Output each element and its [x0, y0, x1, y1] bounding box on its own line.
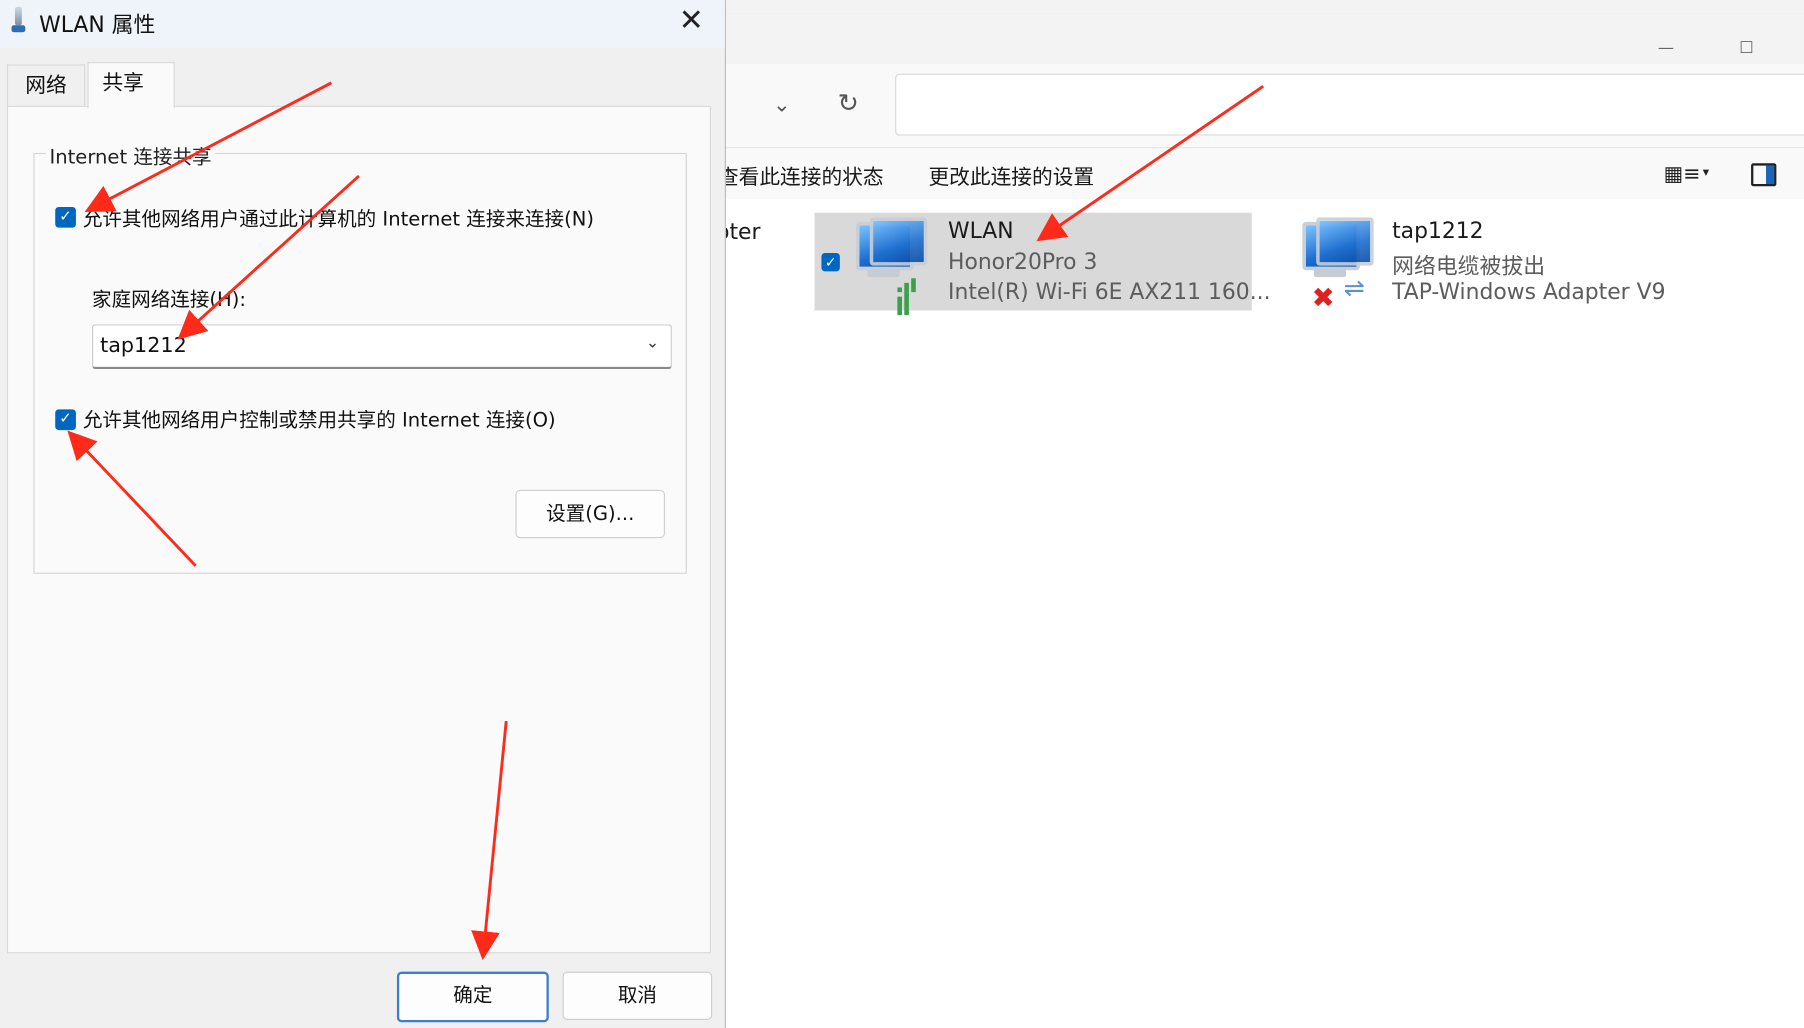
dialog-title: WLAN 属性	[39, 12, 156, 38]
caret-down-icon[interactable]: ▾	[1703, 164, 1709, 179]
network-cable-icon: ⇌	[1343, 274, 1365, 304]
chevron-down-icon[interactable]: ⌄	[773, 93, 790, 117]
network-adapter-icon	[11, 6, 26, 35]
refresh-icon[interactable]: ↻	[838, 90, 859, 119]
sharing-tab-panel: Internet 连接共享 ✓ 允许其他网络用户通过此计算机的 Internet…	[6, 105, 712, 954]
allow-sharing-checkbox[interactable]: ✓	[55, 206, 76, 228]
close-icon[interactable]: ✕	[679, 3, 704, 37]
adapter-item-tap1212[interactable]: ✖ ⇌ tap1212 网络电缆被拔出 TAP-Windows Adapter …	[1277, 213, 1714, 314]
view-options-icon[interactable]: ▦≡	[1664, 162, 1701, 186]
adapter-device: Intel(R) Wi-Fi 6E AX211 160...	[948, 279, 1271, 305]
adapter-status: 网络电缆被拔出	[1392, 254, 1546, 280]
screenshot-stage: — ☐ ⌄ ↻ 查看此连接的状态 更改此连接的设置 ▦≡ ▾ pter ✓ WL…	[0, 0, 1804, 1028]
disconnected-x-icon: ✖	[1311, 281, 1335, 314]
adapter-network: Honor20Pro 3	[948, 249, 1098, 275]
window-top-strip	[713, 0, 1804, 15]
maximize-button[interactable]: ☐	[1723, 39, 1769, 57]
change-settings-command[interactable]: 更改此连接的设置	[928, 161, 1094, 191]
wifi-signal-icon	[897, 270, 920, 316]
address-bar-area: ⌄ ↻	[713, 64, 1804, 149]
view-status-command[interactable]: 查看此连接的状态	[718, 161, 884, 191]
minimize-button[interactable]: —	[1643, 39, 1689, 57]
network-adapter-icon	[855, 217, 928, 316]
adapter-item-wlan[interactable]: ✓ WLAN Honor20Pro 3 Intel(R) Wi-Fi 6E AX…	[814, 212, 1271, 316]
network-connections-window: — ☐ ⌄ ↻ 查看此连接的状态 更改此连接的设置 ▦≡ ▾ pter ✓ WL…	[713, 0, 1804, 1028]
allow-control-checkbox[interactable]: ✓	[55, 409, 76, 431]
home-network-select[interactable]: tap1212 ⌄	[92, 324, 672, 370]
adapter-name: tap1212	[1392, 218, 1484, 244]
settings-button[interactable]: 设置(G)...	[515, 489, 665, 539]
group-title: Internet 连接共享	[46, 140, 216, 170]
adapter-checkbox[interactable]: ✓	[821, 252, 840, 272]
network-adapter-icon: ✖ ⇌	[1302, 217, 1374, 314]
tab-sharing[interactable]: 共享	[87, 62, 175, 109]
adapter-name: WLAN	[948, 218, 1014, 244]
window-titlebar: — ☐	[713, 13, 1804, 65]
home-network-value: tap1212	[100, 333, 187, 358]
cancel-button[interactable]: 取消	[562, 971, 713, 1020]
preview-pane-icon[interactable]	[1751, 163, 1777, 187]
chevron-down-icon: ⌄	[645, 333, 660, 352]
allow-control-label[interactable]: 允许其他网络用户控制或禁用共享的 Internet 连接(O)	[83, 404, 556, 432]
wlan-properties-dialog: WLAN 属性 ✕ 网络 共享 Internet 连接共享 ✓ 允许其他网络用户…	[0, 0, 726, 1028]
allow-sharing-label[interactable]: 允许其他网络用户通过此计算机的 Internet 连接来连接(N)	[83, 202, 594, 231]
address-input[interactable]	[895, 73, 1804, 136]
command-bar: 查看此连接的状态 更改此连接的设置 ▦≡ ▾	[713, 148, 1804, 199]
home-network-label: 家庭网络连接(H):	[92, 288, 246, 312]
adapter-device: TAP-Windows Adapter V9	[1392, 279, 1666, 305]
ok-button[interactable]: 确定	[396, 971, 549, 1023]
internet-sharing-group: Internet 连接共享 ✓ 允许其他网络用户通过此计算机的 Internet…	[33, 140, 687, 574]
tab-network[interactable]: 网络	[6, 64, 86, 107]
dialog-titlebar: WLAN 属性 ✕	[0, 0, 725, 49]
